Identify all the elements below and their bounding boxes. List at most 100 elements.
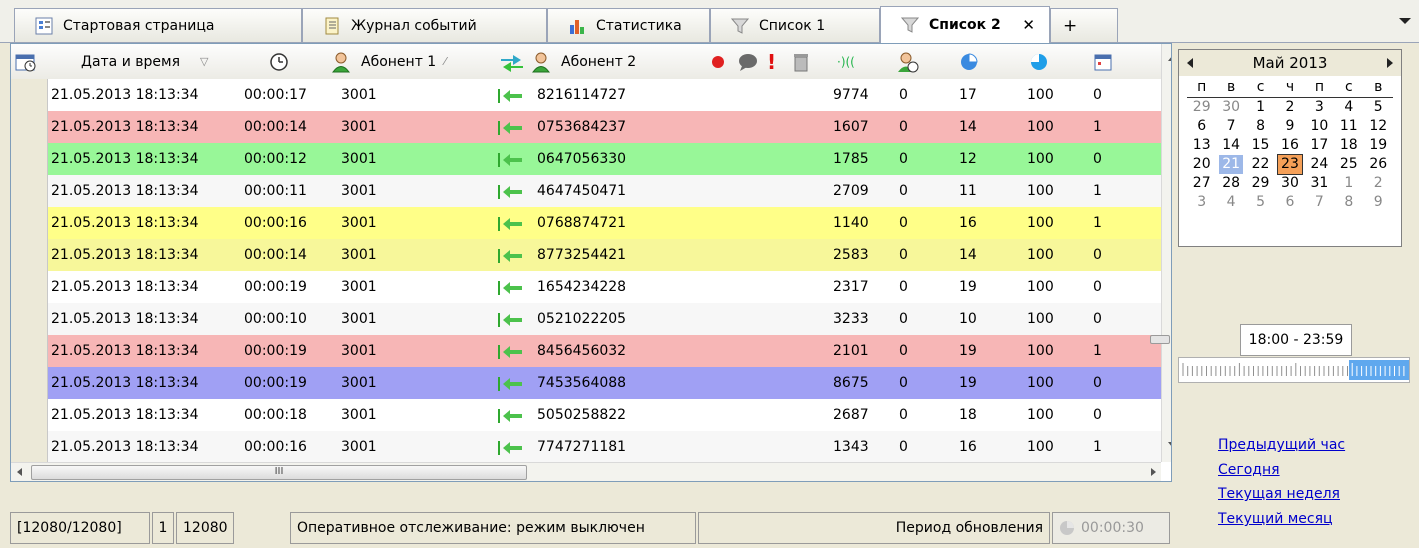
- horizontal-scroll-thumb[interactable]: III: [31, 465, 527, 480]
- row-selector[interactable]: [11, 111, 48, 143]
- calendar-day[interactable]: 12: [1366, 117, 1390, 136]
- panel-splitter[interactable]: [1150, 335, 1170, 344]
- pie-clock-icon[interactable]: [959, 44, 985, 79]
- calendar-day[interactable]: 10: [1307, 117, 1331, 136]
- row-selector[interactable]: [11, 431, 48, 463]
- record-icon[interactable]: [711, 44, 731, 79]
- table-row[interactable]: 21.05.2013 18:13:34 00:00:18 3001 505025882…: [11, 399, 1161, 432]
- calendar-day[interactable]: 2: [1366, 174, 1390, 193]
- horizontal-scrollbar[interactable]: III: [11, 462, 1161, 481]
- link-current-month[interactable]: Текущий месяц: [1218, 511, 1333, 527]
- row-selector[interactable]: [11, 79, 48, 111]
- tab-list-2[interactable]: Список 2 ✕: [880, 6, 1050, 43]
- row-selector[interactable]: [11, 399, 48, 431]
- calendar-day[interactable]: 8: [1249, 117, 1273, 136]
- slider-selected-range[interactable]: [1349, 360, 1409, 380]
- close-tab-icon[interactable]: ✕: [1022, 16, 1035, 34]
- user-clock-icon[interactable]: [897, 44, 923, 79]
- row-selector[interactable]: [11, 175, 48, 207]
- scroll-right-icon[interactable]: [1151, 468, 1156, 476]
- calendar-day[interactable]: 4: [1337, 98, 1361, 117]
- table-row[interactable]: 21.05.2013 18:13:34 00:00:19 3001 165423422…: [11, 271, 1161, 304]
- scroll-down-icon[interactable]: [1168, 442, 1171, 447]
- calendar-day[interactable]: 6: [1190, 117, 1214, 136]
- comment-icon[interactable]: [737, 44, 761, 79]
- table-row[interactable]: 21.05.2013 18:13:34 00:00:16 3001 076887472…: [11, 207, 1161, 240]
- row-selector[interactable]: [11, 207, 48, 239]
- calendar-day[interactable]: 11: [1337, 117, 1361, 136]
- calendar-day[interactable]: 19: [1366, 136, 1390, 155]
- pie-chart-icon[interactable]: [1029, 44, 1055, 79]
- signal-icon[interactable]: ·)((: [837, 44, 867, 79]
- calendar-clock-icon[interactable]: [15, 44, 45, 79]
- calendar-day[interactable]: 3: [1307, 98, 1331, 117]
- add-tab-button[interactable]: +: [1050, 8, 1118, 42]
- calendar-day[interactable]: 5: [1366, 98, 1390, 117]
- column-subscriber2[interactable]: Абонент 2: [531, 44, 691, 79]
- calendar-day[interactable]: 13: [1190, 136, 1214, 155]
- table-row[interactable]: 21.05.2013 18:13:34 00:00:16 3001 774727118…: [11, 431, 1161, 464]
- column-subscriber1[interactable]: Абонент 1 ⁄: [331, 44, 491, 79]
- calendar-day[interactable]: 29: [1249, 174, 1273, 193]
- calendar-day[interactable]: 31: [1307, 174, 1331, 193]
- calendar-day[interactable]: 16: [1278, 136, 1302, 155]
- tab-list-1[interactable]: Список 1: [710, 8, 880, 42]
- trash-icon[interactable]: [793, 44, 815, 79]
- table-row[interactable]: 21.05.2013 18:13:34 00:00:14 3001 877325442…: [11, 239, 1161, 272]
- calendar-day[interactable]: 7: [1307, 193, 1331, 212]
- scroll-left-icon[interactable]: [17, 468, 22, 476]
- direction-swap-icon[interactable]: [499, 44, 525, 79]
- calendar-day[interactable]: 28: [1219, 174, 1243, 193]
- calendar-icon[interactable]: [1093, 44, 1119, 79]
- link-previous-hour[interactable]: Предыдущий час: [1218, 437, 1345, 453]
- calendar-day[interactable]: 18: [1337, 136, 1361, 155]
- calendar-day[interactable]: 14: [1219, 136, 1243, 155]
- tab-statistics[interactable]: Статистика: [547, 8, 710, 42]
- row-selector[interactable]: [11, 143, 48, 175]
- next-month-icon[interactable]: [1387, 58, 1393, 68]
- table-row[interactable]: 21.05.2013 18:13:34 00:00:12 3001 064705633…: [11, 143, 1161, 176]
- vertical-scrollbar[interactable]: [1161, 44, 1171, 462]
- calendar-day[interactable]: 24: [1307, 155, 1331, 174]
- refresh-period-field[interactable]: 00:00:30: [1052, 512, 1170, 544]
- calendar-day[interactable]: 26: [1366, 155, 1390, 174]
- calendar-day[interactable]: 17: [1307, 136, 1331, 155]
- calendar-day[interactable]: 29: [1190, 98, 1214, 117]
- calendar-day[interactable]: 30: [1219, 98, 1243, 117]
- scroll-up-icon[interactable]: [1168, 56, 1171, 61]
- calendar-day[interactable]: 9: [1366, 193, 1390, 212]
- table-row[interactable]: 21.05.2013 18:13:34 00:00:10 3001 052102220…: [11, 303, 1161, 336]
- table-row[interactable]: 21.05.2013 18:13:34 00:00:11 3001 464745047…: [11, 175, 1161, 208]
- duration-clock-icon[interactable]: [269, 44, 299, 79]
- sort-filter-icon[interactable]: ▽: [200, 55, 208, 68]
- calendar-day[interactable]: 4: [1219, 193, 1243, 212]
- row-selector[interactable]: [11, 303, 48, 335]
- column-datetime[interactable]: Дата и время ▽: [57, 44, 237, 79]
- calendar-day[interactable]: 1: [1249, 98, 1273, 117]
- table-row[interactable]: 21.05.2013 18:13:34 00:00:17 3001 821611472…: [11, 79, 1161, 112]
- calendar-day[interactable]: 8: [1337, 193, 1361, 212]
- table-row[interactable]: 21.05.2013 18:13:34 00:00:19 3001 745356408…: [11, 367, 1161, 400]
- calendar-day[interactable]: 20: [1190, 155, 1214, 174]
- time-range-slider[interactable]: [1178, 357, 1410, 383]
- calendar-day[interactable]: 3: [1190, 193, 1214, 212]
- tab-event-log[interactable]: Журнал событий: [302, 8, 547, 42]
- calendar-day[interactable]: 5: [1249, 193, 1273, 212]
- calendar-day[interactable]: 7: [1219, 117, 1243, 136]
- link-today[interactable]: Сегодня: [1218, 462, 1280, 478]
- table-row[interactable]: 21.05.2013 18:13:34 00:00:19 3001 845645603…: [11, 335, 1161, 368]
- calendar-day[interactable]: 1: [1337, 174, 1361, 193]
- table-row[interactable]: 21.05.2013 18:13:34 00:00:14 3001 075368423…: [11, 111, 1161, 144]
- time-range-field[interactable]: 18:00 - 23:59: [1240, 324, 1352, 356]
- calendar-day[interactable]: 30: [1278, 174, 1302, 193]
- alert-icon[interactable]: !: [767, 44, 783, 79]
- tab-start-page[interactable]: Стартовая страница: [14, 8, 302, 42]
- month-calendar[interactable]: Май 2013 пвсчпсв 29 30 1 2 3 4 5 6 7 8 9 10 11 12 13 14…: [1178, 49, 1402, 247]
- row-selector[interactable]: [11, 271, 48, 303]
- row-selector[interactable]: [11, 335, 48, 367]
- calendar-day[interactable]: 27: [1190, 174, 1214, 193]
- row-selector[interactable]: [11, 239, 48, 271]
- calendar-day[interactable]: 15: [1249, 136, 1273, 155]
- row-selector[interactable]: [11, 367, 48, 399]
- calendar-day[interactable]: 2: [1278, 98, 1302, 117]
